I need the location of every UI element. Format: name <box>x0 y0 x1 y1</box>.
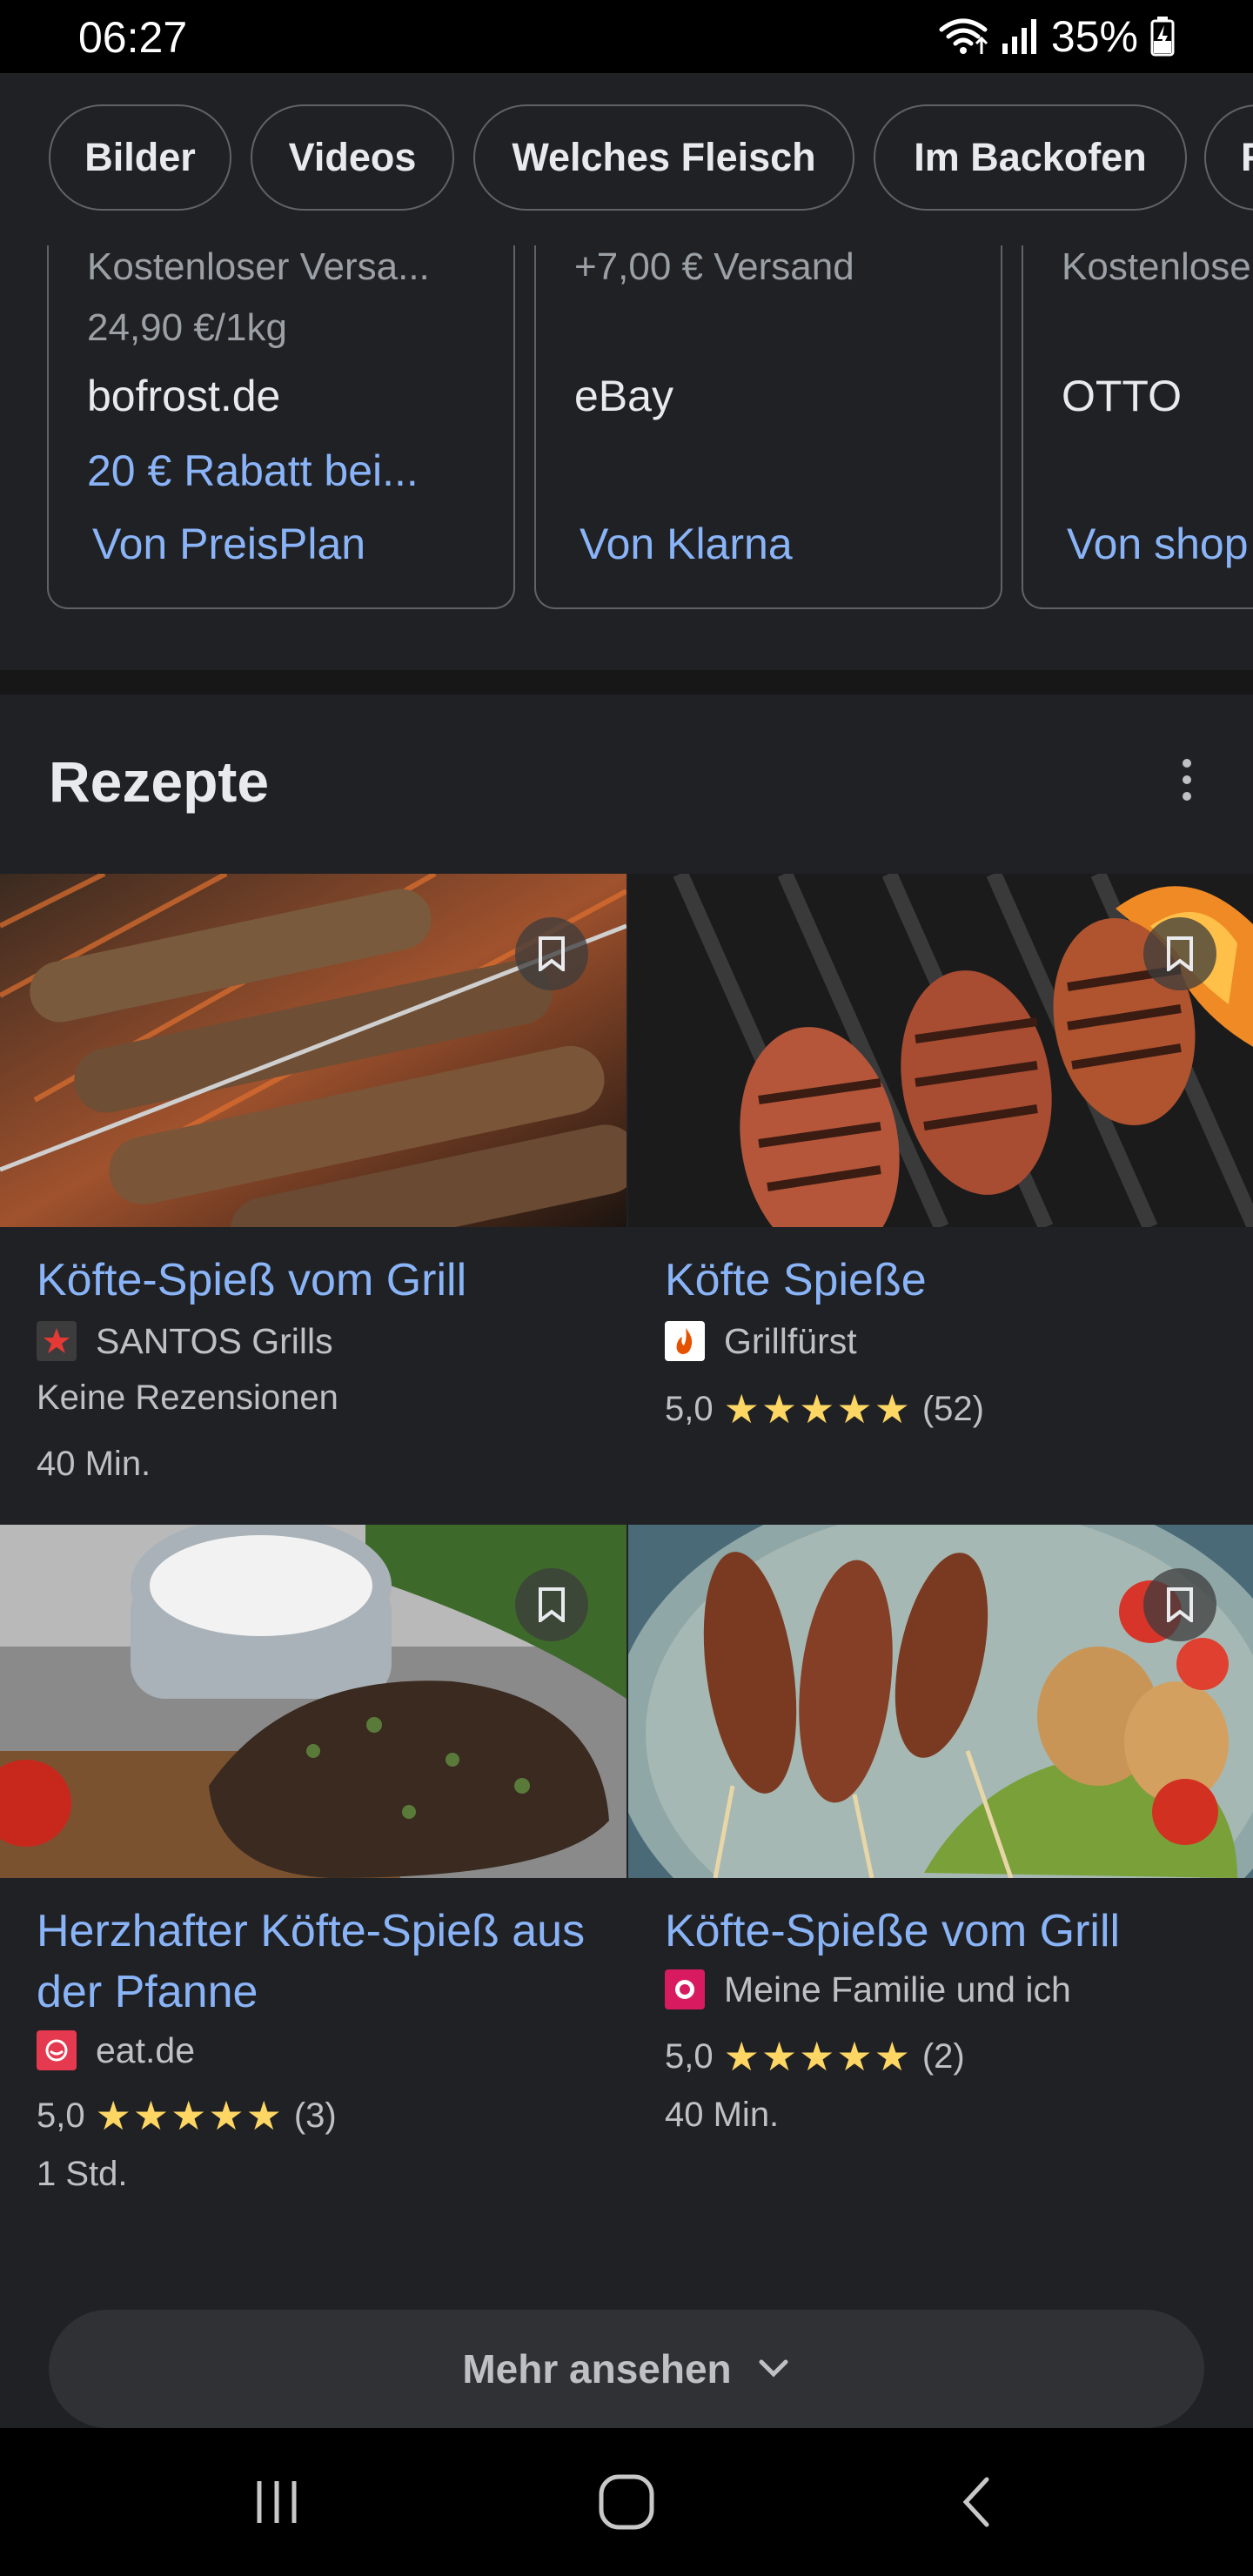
source-name: Meine Familie und ich <box>724 1969 1071 2009</box>
rating-row: 5,0 ★★★★★ (52) <box>665 1385 984 1432</box>
source-name: Grillfürst <box>724 1320 857 1361</box>
section-title: Rezepte <box>49 749 270 814</box>
rating-row: 5,0 ★★★★★ (2) <box>665 2033 965 2080</box>
source-favicon-icon <box>37 1321 77 1361</box>
recipe-card[interactable]: Köfte-Spieße vom Grill Meine Familie und… <box>628 1525 1253 2238</box>
rating-value: 5,0 <box>665 1389 714 1428</box>
star-rating-icon: ★★★★★ <box>723 2034 912 2079</box>
star-rating-icon: ★★★★★ <box>95 2093 284 2138</box>
shopping-card[interactable]: Kostenloser Versa... 24,90 €/1kg bofrost… <box>47 245 515 609</box>
recipe-image[interactable] <box>0 874 626 1227</box>
rating-value: 5,0 <box>665 2036 714 2076</box>
chip-welches-fleisch[interactable]: Welches Fleisch <box>473 104 854 211</box>
source-link[interactable]: Von Klarna <box>580 519 793 569</box>
show-more-button[interactable]: Mehr ansehen <box>49 2310 1204 2428</box>
show-more-label: Mehr ansehen <box>462 2346 732 2392</box>
recipe-card[interactable]: Köfte-Spieß vom Grill SANTOS Grills Kein… <box>0 874 626 1509</box>
shopping-card[interactable]: Kostenlose OTTO Von shop <box>1022 245 1253 609</box>
rating-count: (3) <box>293 2096 337 2135</box>
recipe-card[interactable]: Köfte Spieße Grillfürst 5,0 ★★★★★ (52) <box>628 874 1253 1509</box>
shipping-text: Kostenlose <box>1062 245 1251 288</box>
recipe-source: SANTOS Grills <box>37 1320 333 1362</box>
filter-chips-bar: Bilder Videos Welches Fleisch Im Backofe… <box>0 73 1253 245</box>
status-icons: 35% <box>938 12 1175 61</box>
store-name: bofrost.de <box>87 372 281 420</box>
chip-bilder[interactable]: Bilder <box>49 104 231 211</box>
bookmark-icon[interactable] <box>515 917 588 990</box>
recipe-image[interactable] <box>628 1525 1253 1878</box>
signal-icon <box>1002 19 1036 54</box>
recipe-title[interactable]: Köfte-Spieß vom Grill <box>37 1250 628 1311</box>
cook-time: 40 Min. <box>37 1445 151 1483</box>
shopping-carousel: Kostenloser Versa... 24,90 €/1kg bofrost… <box>0 245 1253 670</box>
battery-percent: 35% <box>1050 12 1138 61</box>
shipping-text: +7,00 € Versand <box>574 245 854 288</box>
recipe-image[interactable] <box>628 874 1253 1227</box>
home-icon[interactable] <box>583 2463 670 2541</box>
rating-count: (52) <box>921 1389 984 1428</box>
reviews-text: Keine Rezensionen <box>37 1379 338 1417</box>
section-divider <box>0 670 1253 694</box>
recipe-source: Grillfürst <box>665 1320 857 1362</box>
more-options-icon[interactable] <box>1169 754 1204 806</box>
shipping-text: Kostenloser Versa... <box>87 245 430 288</box>
source-name: SANTOS Grills <box>96 1320 333 1361</box>
recent-apps-icon[interactable] <box>233 2463 320 2541</box>
bookmark-icon[interactable] <box>1143 917 1216 990</box>
unit-price: 24,90 €/1kg <box>87 306 287 349</box>
source-link[interactable]: Von shop <box>1067 519 1249 569</box>
star-rating-icon: ★★★★★ <box>723 1386 912 1432</box>
chip-partial[interactable]: F <box>1204 104 1253 211</box>
source-link[interactable]: Von PreisPlan <box>92 519 365 569</box>
source-name: eat.de <box>96 2029 195 2070</box>
promo-text: 20 € Rabatt bei... <box>87 446 419 495</box>
rating-row: 5,0 ★★★★★ (3) <box>37 2092 337 2139</box>
chip-im-backofen[interactable]: Im Backofen <box>874 104 1187 211</box>
cook-time: 40 Min. <box>665 2096 780 2134</box>
status-time: 06:27 <box>78 13 188 62</box>
recipe-title[interactable]: Herzhafter Köfte-Spieß aus der Pfanne <box>37 1901 628 2023</box>
cook-time: 1 Std. <box>37 2155 128 2193</box>
store-name: eBay <box>574 372 673 420</box>
bookmark-icon[interactable] <box>1143 1568 1216 1641</box>
rating-count: (2) <box>921 2036 965 2076</box>
recipe-title[interactable]: Köfte-Spieße vom Grill <box>665 1901 1253 1962</box>
recipe-image[interactable] <box>0 1525 626 1878</box>
recipe-source: eat.de <box>37 2029 195 2071</box>
recipe-card[interactable]: Herzhafter Köfte-Spieß aus der Pfanne ea… <box>0 1525 626 2238</box>
back-icon[interactable] <box>933 2463 1020 2541</box>
store-name: OTTO <box>1062 372 1182 420</box>
system-nav-bar <box>0 2428 1253 2576</box>
status-bar: 06:27 35% <box>0 0 1253 73</box>
chip-videos[interactable]: Videos <box>251 104 454 211</box>
source-favicon-icon <box>665 1321 705 1361</box>
shopping-card[interactable]: +7,00 € Versand eBay Von Klarna <box>534 245 1002 609</box>
chevron-down-icon <box>759 2359 788 2378</box>
rating-value: 5,0 <box>37 2096 85 2135</box>
recipe-title[interactable]: Köfte Spieße <box>665 1250 1253 1311</box>
source-favicon-icon <box>37 2030 77 2070</box>
source-favicon-icon <box>665 1969 705 2009</box>
battery-icon <box>1150 17 1175 57</box>
wifi-icon <box>939 18 988 54</box>
bookmark-icon[interactable] <box>515 1568 588 1641</box>
recipe-source: Meine Familie und ich <box>665 1969 1071 2010</box>
